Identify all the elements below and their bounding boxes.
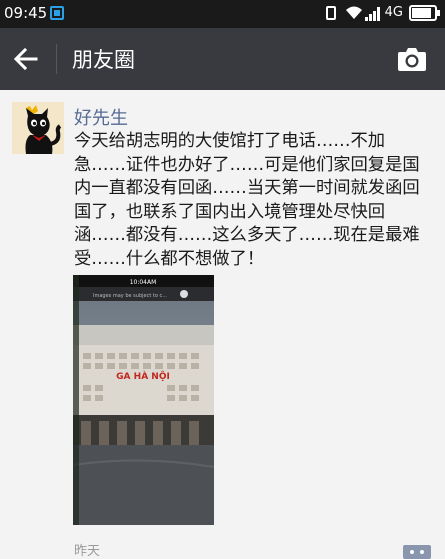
post-image[interactable]: 10:04AM Images may be subject to c... GA… (73, 275, 214, 525)
post-timestamp: 昨天 (74, 544, 101, 559)
arrow-left-icon[interactable] (12, 45, 40, 73)
post-text: 今天给胡志明的大使馆打了电话……不加急……证件也办好了……可是他们家回复是国内一… (74, 131, 420, 269)
vibrate-icon (326, 6, 336, 20)
page-title: 朋友圈 (72, 48, 135, 72)
moment-post: 好先生 今天给胡志明的大使馆打了电话……不加急……证件也办好了……可是他们家回复… (0, 90, 445, 559)
title-bar: 朋友圈 (0, 28, 445, 90)
battery-fill (412, 8, 431, 18)
network-type: 4G (384, 5, 403, 20)
avatar[interactable] (12, 102, 64, 154)
photo-sign-text: GA HÀ NỘI (116, 370, 170, 382)
wifi-icon (346, 6, 362, 19)
post-author[interactable]: 好先生 (74, 104, 128, 130)
status-bar: 09:45 4G (0, 0, 445, 28)
battery-icon (409, 5, 440, 21)
status-time: 09:45 (4, 4, 48, 22)
photo-status-time: 10:04AM (130, 279, 157, 286)
signal-icon (365, 7, 380, 21)
title-divider (56, 44, 57, 74)
station-photo: 10:04AM Images may be subject to c... GA… (73, 275, 214, 525)
status-indicators: 4G (309, 4, 440, 24)
camera-icon[interactable] (397, 46, 427, 72)
cat-avatar-icon (12, 102, 64, 154)
photo-search-text: Images may be subject to c... (93, 293, 167, 299)
notification-icon (50, 6, 64, 20)
